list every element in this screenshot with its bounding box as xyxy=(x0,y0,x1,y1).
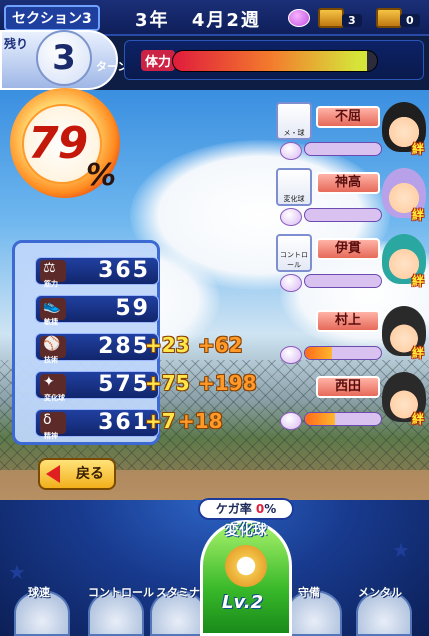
stat-value: 361 xyxy=(98,410,150,435)
support-card: メ・球 xyxy=(276,102,312,140)
back-arrow-icon xyxy=(46,465,60,483)
stat-label: 変化球 xyxy=(44,394,65,402)
stat-label: 敏捷 xyxy=(44,318,58,326)
support-card: コントロール xyxy=(276,234,312,272)
teammate-name: 神高 xyxy=(316,172,380,194)
stat-row-strength: ⚖ 筋力 365 xyxy=(35,257,159,288)
bond-gauge xyxy=(304,346,382,360)
spirit-icon: δ 精神 xyxy=(40,412,66,440)
stamina-bar-fill xyxy=(173,51,367,71)
training-level: Lv.2 xyxy=(222,592,264,613)
remaining-label: 残り xyxy=(4,37,29,51)
bond-gauge xyxy=(304,208,382,222)
mood-face-icon xyxy=(280,274,302,292)
bond-gauge xyxy=(304,142,382,156)
mood-face-icon xyxy=(280,142,302,160)
breaking-ball-icon xyxy=(225,545,267,587)
teammate-fukutsu[interactable]: メ・球 不屈 絆 xyxy=(276,102,426,164)
stat-value: 365 xyxy=(98,258,150,283)
teammate-name: 伊貫 xyxy=(316,238,380,260)
success-rate-unit: % xyxy=(86,158,117,193)
stat-bonus: +23 xyxy=(145,333,190,357)
stat-bonus: +75 xyxy=(145,371,190,395)
treasure-chest-icon[interactable] xyxy=(376,8,402,28)
stat-label: 技術 xyxy=(44,356,58,364)
card-tag: 変化球 xyxy=(283,195,305,203)
chest-count: 0 xyxy=(400,14,420,27)
bond-gauge xyxy=(304,274,382,288)
injury-rate-badge: ケガ率 0% xyxy=(198,498,294,520)
star-icon: ★ xyxy=(392,538,410,562)
injury-unit: % xyxy=(264,502,277,516)
stat-bonus-extra: +198 xyxy=(198,371,257,395)
breaking-ball-icon: ✦ 変化球 xyxy=(40,374,66,402)
month-week: 4月2週 xyxy=(191,10,261,31)
mood-face-icon[interactable] xyxy=(288,9,310,27)
bat-icon: ⚾ 技術 xyxy=(40,336,66,364)
bond-gauge-fill xyxy=(305,413,336,425)
injury-value: 0 xyxy=(255,502,265,516)
back-button[interactable]: 戻る xyxy=(38,458,116,490)
bond-gauge-fill xyxy=(305,347,332,359)
stat-row-breaking-ball: ✦ 変化球 575 xyxy=(35,371,159,402)
stats-panel: ⚖ 筋力 365 👟 敏捷 59 ⚾ 技術 285 ✦ 変化球 575 δ 精神 361 xyxy=(12,240,160,445)
stat-bonus: +7 xyxy=(145,409,176,433)
selected-training-label: 変化球 xyxy=(225,523,267,539)
stamina-bar xyxy=(172,50,378,72)
injury-label: ケガ率 xyxy=(215,502,252,516)
mood-face-icon xyxy=(280,346,302,364)
teammate-inuki[interactable]: コントロール 伊貫 絆 xyxy=(276,234,426,296)
stat-bonus-extra: +18 xyxy=(178,409,223,433)
stamina-label: 体力 xyxy=(141,50,176,71)
stat-bonus-extra: +62 xyxy=(198,333,243,357)
stat-row-technique: ⚾ 技術 285 xyxy=(35,333,159,364)
bond-label: 絆 xyxy=(411,142,424,156)
section-label: セクション3 xyxy=(4,5,100,31)
bond-label: 絆 xyxy=(411,208,424,222)
teammate-name: 不屈 xyxy=(316,106,380,128)
training-label: コントロール xyxy=(88,586,154,599)
stat-label: 筋力 xyxy=(44,280,58,288)
bond-label: 絆 xyxy=(411,274,424,288)
training-label: スタミナ xyxy=(156,586,200,599)
treasure-chest-icon[interactable] xyxy=(318,8,344,28)
training-label: メンタル xyxy=(358,586,402,599)
dumbbell-icon: ⚖ 筋力 xyxy=(40,260,66,288)
support-card: 変化球 xyxy=(276,168,312,206)
bond-label: 絆 xyxy=(411,412,424,426)
shoe-icon: 👟 敏捷 xyxy=(40,298,66,326)
turns-remaining-value: 3 xyxy=(36,30,92,86)
card-tag: コントロール xyxy=(280,251,308,269)
stat-row-agility: 👟 敏捷 59 xyxy=(35,295,159,326)
success-rate-value: 79 xyxy=(28,118,88,169)
teammate-name: 西田 xyxy=(316,376,380,398)
bond-gauge xyxy=(304,412,382,426)
date-display: 3年 4月2週 xyxy=(135,6,261,32)
teammate-kamitaka[interactable]: 変化球 神高 絆 xyxy=(276,168,426,230)
mood-face-icon xyxy=(280,412,302,430)
stat-row-mental: δ 精神 361 xyxy=(35,409,159,440)
chest-count: 3 xyxy=(342,14,362,27)
stat-value: 575 xyxy=(98,372,150,397)
stat-value: 285 xyxy=(98,334,150,359)
training-label: 球速 xyxy=(28,586,50,599)
teammate-murakami[interactable]: 村上 絆 xyxy=(276,306,426,368)
star-icon: ★ xyxy=(8,560,26,584)
teammate-name: 村上 xyxy=(316,310,380,332)
back-button-label: 戻る xyxy=(76,466,104,482)
card-tag: メ・球 xyxy=(283,129,305,137)
bond-label: 絆 xyxy=(411,346,424,360)
mood-face-icon xyxy=(280,208,302,226)
stat-value: 59 xyxy=(115,296,150,321)
teammate-nishida[interactable]: 西田 絆 xyxy=(276,372,426,434)
year: 3年 xyxy=(135,10,170,31)
stat-label: 精神 xyxy=(44,432,58,440)
training-label: 守備 xyxy=(298,586,320,599)
